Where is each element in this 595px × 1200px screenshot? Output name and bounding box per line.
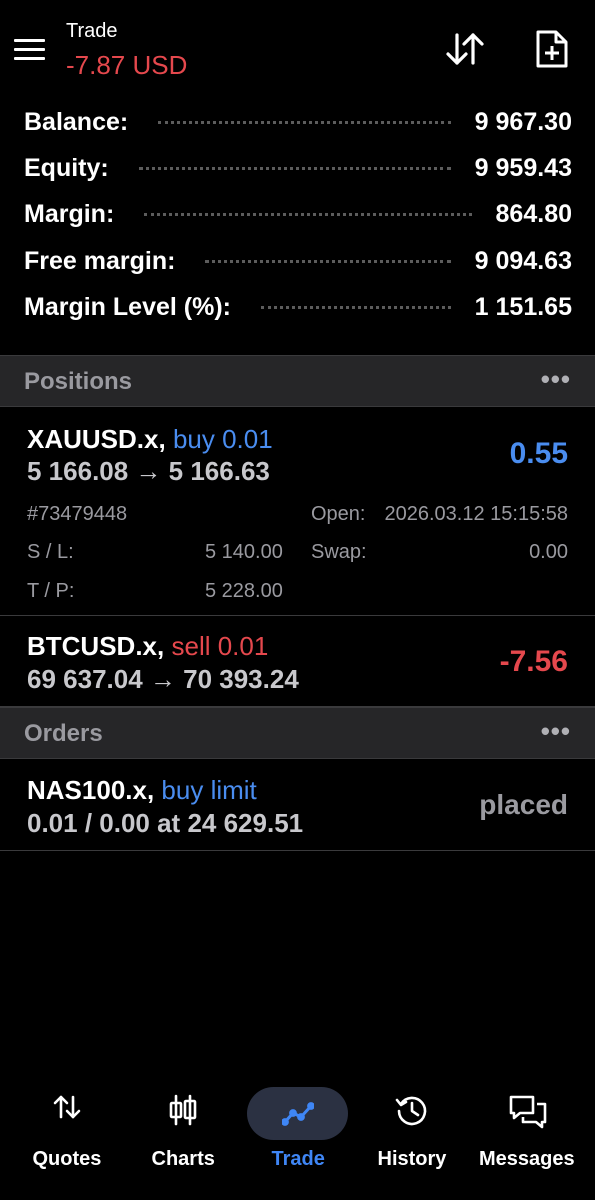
free-margin-value: 9 094.63 bbox=[474, 246, 572, 275]
balance-value: 9 967.30 bbox=[474, 108, 572, 136]
nav-trade-label: Trade bbox=[271, 1148, 325, 1170]
top-app-bar: Trade -7.87 USD bbox=[0, 0, 595, 98]
leader-dots bbox=[138, 167, 451, 171]
leader-dots bbox=[260, 305, 451, 309]
free-margin-label: Free margin: bbox=[24, 246, 176, 275]
orders-section-header: Orders ••• bbox=[0, 707, 595, 759]
margin-level-value: 1 151.65 bbox=[474, 292, 572, 321]
order-details: 0.01 / 0.00 at 24 629.51 bbox=[27, 808, 304, 838]
floating-profit-loss: -7.87 USD bbox=[66, 50, 188, 80]
position-item-btcusd[interactable]: BTCUSD.x, sell 0.01 69 637.04 → 70 393.2… bbox=[0, 616, 595, 707]
position-symbol-line: BTCUSD.x, sell 0.01 bbox=[27, 631, 268, 662]
position-symbol: XAUUSD.x, bbox=[27, 424, 166, 454]
equity-label: Equity: bbox=[24, 154, 109, 183]
stop-loss-label: S / L: bbox=[27, 541, 74, 563]
bottom-navigation: Quotes Charts Trade History Messages bbox=[0, 1080, 595, 1200]
nav-charts-label: Charts bbox=[151, 1148, 215, 1170]
equity-row: Equity: 9 959.43 bbox=[24, 154, 572, 200]
messages-chat-icon bbox=[509, 1095, 547, 1129]
margin-label: Margin: bbox=[24, 200, 115, 229]
leader-dots bbox=[144, 213, 472, 217]
menu-icon[interactable] bbox=[14, 30, 52, 68]
position-ticket: #73479448 bbox=[27, 503, 128, 525]
position-profit: 0.55 bbox=[509, 437, 568, 470]
positions-section-header: Positions ••• bbox=[0, 355, 595, 407]
take-profit-label: T / P: bbox=[27, 580, 75, 602]
nav-quotes[interactable]: Quotes bbox=[17, 1080, 117, 1180]
margin-level-label: Margin Level (%): bbox=[24, 292, 231, 321]
order-status: placed bbox=[479, 789, 568, 820]
margin-value: 864.80 bbox=[495, 200, 572, 229]
position-prices: 5 166.08 → 5 166.63 bbox=[27, 456, 270, 486]
swap-value: 0.00 bbox=[529, 541, 568, 563]
margin-row: Margin: 864.80 bbox=[24, 200, 572, 246]
nav-history[interactable]: History bbox=[362, 1080, 462, 1180]
position-prices: 69 637.04 → 70 393.24 bbox=[27, 664, 299, 694]
history-clock-icon bbox=[395, 1096, 427, 1126]
nav-messages-label: Messages bbox=[479, 1148, 575, 1170]
order-symbol-line: NAS100.x, buy limit bbox=[27, 775, 257, 806]
open-time-value: 2026.03.12 15:15:58 bbox=[384, 503, 568, 525]
quotes-arrows-icon bbox=[53, 1095, 81, 1119]
nav-history-label: History bbox=[377, 1148, 447, 1170]
position-side: sell 0.01 bbox=[171, 631, 269, 661]
page-title: Trade bbox=[66, 20, 118, 42]
position-symbol-line: XAUUSD.x, buy 0.01 bbox=[27, 424, 273, 455]
orders-title: Orders bbox=[24, 720, 103, 747]
positions-more-icon[interactable]: ••• bbox=[541, 364, 571, 395]
balance-row: Balance: 9 967.30 bbox=[24, 108, 572, 154]
leader-dots bbox=[205, 259, 451, 263]
orders-more-icon[interactable]: ••• bbox=[541, 716, 571, 747]
nav-quotes-label: Quotes bbox=[32, 1148, 102, 1170]
free-margin-row: Free margin: 9 094.63 bbox=[24, 247, 572, 293]
order-symbol: NAS100.x, bbox=[27, 775, 155, 805]
nav-charts[interactable]: Charts bbox=[133, 1080, 233, 1180]
position-profit: -7.56 bbox=[499, 645, 568, 678]
position-side: buy 0.01 bbox=[172, 424, 273, 454]
position-item-xauusd[interactable]: XAUUSD.x, buy 0.01 5 166.08 → 5 166.63 0… bbox=[0, 407, 595, 616]
order-side: buy limit bbox=[161, 775, 257, 805]
leader-dots bbox=[158, 121, 451, 124]
sort-arrows-icon[interactable] bbox=[440, 24, 490, 74]
account-summary: Balance: 9 967.30 Equity: 9 959.43 Margi… bbox=[24, 108, 572, 339]
take-profit-value: 5 228.00 bbox=[205, 580, 283, 602]
swap-label: Swap: bbox=[311, 541, 367, 563]
position-symbol: BTCUSD.x, bbox=[27, 631, 165, 661]
positions-title: Positions bbox=[24, 368, 133, 395]
new-document-icon[interactable] bbox=[527, 24, 577, 74]
margin-level-row: Margin Level (%): 1 151.65 bbox=[24, 293, 572, 339]
trade-line-icon bbox=[282, 1102, 314, 1126]
open-time-label: Open: bbox=[311, 503, 366, 525]
balance-label: Balance: bbox=[24, 108, 129, 136]
order-item-nas100[interactable]: NAS100.x, buy limit 0.01 / 0.00 at 24 62… bbox=[0, 759, 595, 851]
nav-messages[interactable]: Messages bbox=[477, 1080, 577, 1180]
candlestick-chart-icon bbox=[169, 1094, 197, 1126]
equity-value: 9 959.43 bbox=[474, 154, 572, 183]
nav-trade[interactable]: Trade bbox=[248, 1080, 348, 1180]
stop-loss-value: 5 140.00 bbox=[205, 541, 283, 563]
